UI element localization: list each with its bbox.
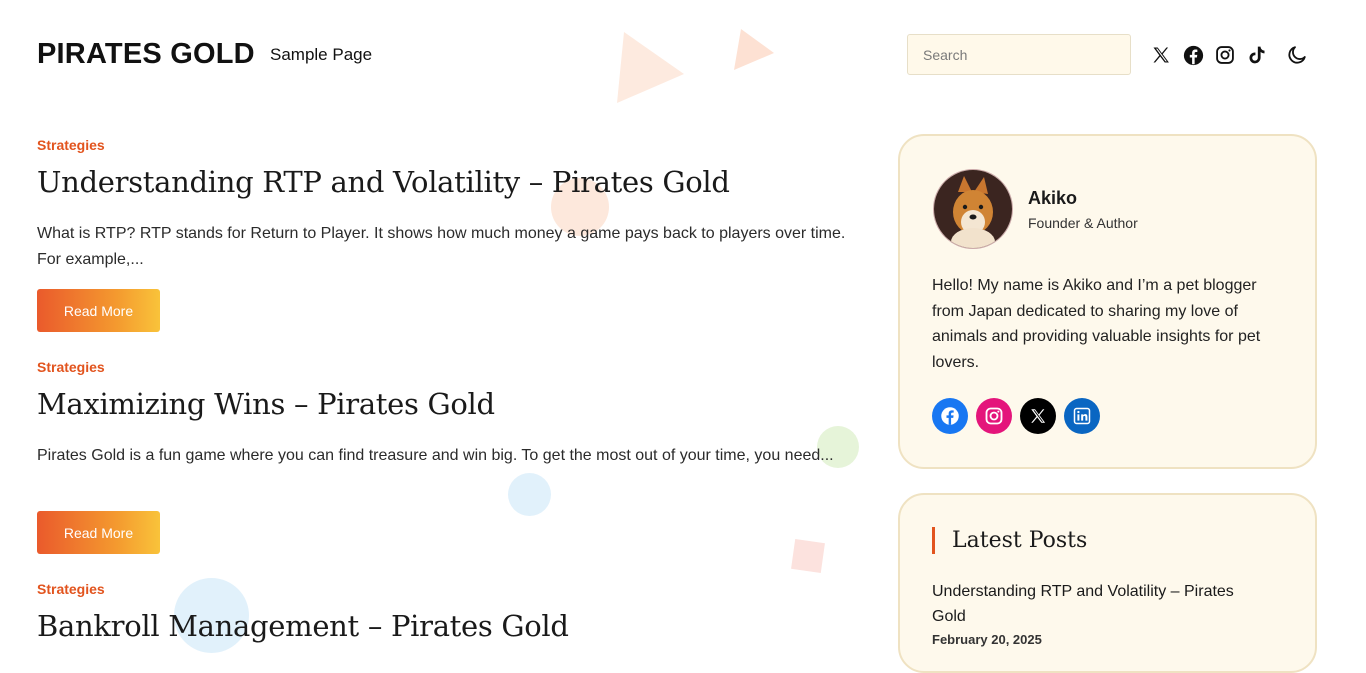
decor-circle-blue: [508, 473, 551, 516]
latest-posts-card: Latest Posts Understanding RTP and Volat…: [898, 493, 1317, 673]
post-category-link[interactable]: Strategies: [37, 137, 105, 153]
facebook-icon[interactable]: [932, 398, 968, 434]
post-title[interactable]: Bankroll Management – Pirates Gold: [37, 609, 569, 643]
post-excerpt: What is RTP? RTP stands for Return to Pl…: [37, 225, 846, 268]
dark-mode-icon[interactable]: [1285, 43, 1309, 67]
post-excerpt: Pirates Gold is a fun game where you can…: [37, 447, 834, 464]
decor-square-pink: [791, 539, 825, 573]
x-icon[interactable]: [1020, 398, 1056, 434]
instagram-icon[interactable]: [1213, 43, 1237, 67]
tiktok-icon[interactable]: [1245, 43, 1269, 67]
linkedin-icon[interactable]: [1064, 398, 1100, 434]
x-icon[interactable]: [1149, 43, 1173, 67]
latest-posts-heading: Latest Posts: [932, 527, 1087, 554]
author-avatar: [933, 169, 1013, 249]
author-role: Founder & Author: [1028, 215, 1138, 231]
read-more-button[interactable]: Read More: [37, 511, 160, 554]
post-title[interactable]: Maximizing Wins – Pirates Gold: [37, 387, 495, 421]
latest-post-date: February 20, 2025: [932, 632, 1042, 647]
post-title[interactable]: Understanding RTP and Volatility – Pirat…: [37, 165, 730, 199]
author-card: Akiko Founder & Author Hello! My name is…: [898, 134, 1317, 469]
post-category-link[interactable]: Strategies: [37, 359, 105, 375]
nav-link-sample-page[interactable]: Sample Page: [270, 45, 372, 65]
author-name: Akiko: [1028, 188, 1078, 208]
facebook-icon[interactable]: [1181, 43, 1205, 67]
search-input[interactable]: [907, 34, 1131, 75]
instagram-icon[interactable]: [976, 398, 1012, 434]
latest-post-link[interactable]: Understanding RTP and Volatility – Pirat…: [932, 579, 1272, 629]
read-more-button[interactable]: Read More: [37, 289, 160, 332]
post-category-link[interactable]: Strategies: [37, 581, 105, 597]
site-header: PIRATES GOLD Sample Page: [0, 0, 1366, 110]
author-bio: Hello! My name is Akiko and I’m a pet bl…: [932, 277, 1261, 371]
site-title[interactable]: PIRATES GOLD: [37, 38, 255, 71]
